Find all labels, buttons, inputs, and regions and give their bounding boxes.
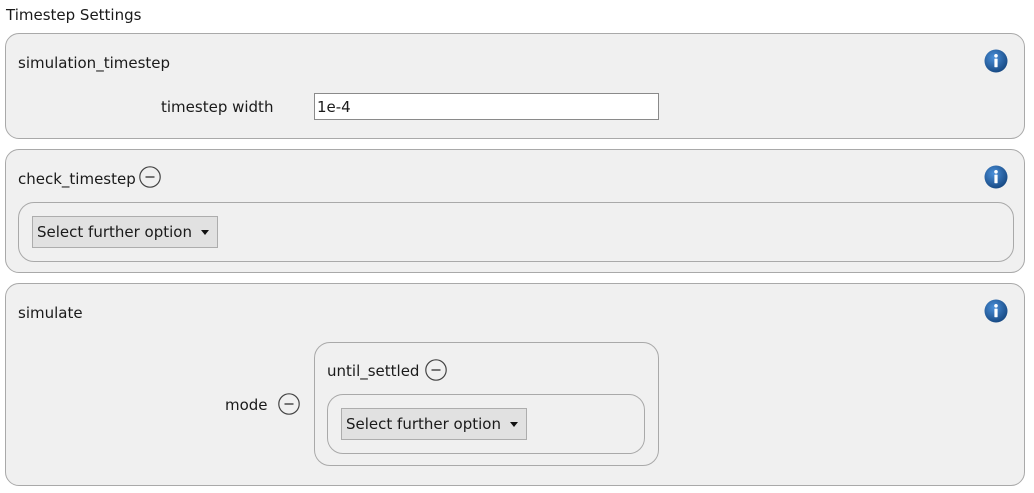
until-settled-box: until_settled Select further option (314, 342, 659, 466)
dropdown-label: Select further option (346, 415, 501, 433)
check-timestep-select-option-dropdown[interactable]: Select further option (32, 216, 218, 248)
until-settled-select-option-dropdown[interactable]: Select further option (341, 408, 527, 440)
panel-simulate: simulate mode until_settled Select furth… (5, 283, 1025, 486)
page-title: Timestep Settings (6, 6, 142, 24)
panel-check-timestep: check_timestep Select further option (5, 149, 1025, 273)
check-timestep-options-box: Select further option (18, 202, 1014, 262)
remove-until-settled-minus-icon[interactable] (425, 359, 447, 381)
until-settled-title: until_settled (327, 362, 420, 380)
dropdown-label: Select further option (37, 223, 192, 241)
panel-title-check-timestep: check_timestep (18, 170, 136, 188)
info-icon[interactable] (984, 299, 1008, 323)
timestep-width-input[interactable] (314, 93, 659, 120)
remove-mode-minus-icon[interactable] (278, 393, 300, 415)
panel-title-simulate: simulate (18, 304, 83, 322)
info-icon[interactable] (984, 49, 1008, 73)
timestep-width-label: timestep width (161, 98, 274, 116)
caret-down-icon (509, 421, 518, 427)
until-settled-options-box: Select further option (327, 394, 645, 454)
mode-label: mode (225, 396, 268, 414)
info-icon[interactable] (984, 165, 1008, 189)
panel-simulation-timestep: simulation_timestep timestep width (5, 33, 1025, 139)
panel-title-simulation-timestep: simulation_timestep (18, 54, 171, 72)
remove-check-timestep-minus-icon[interactable] (139, 166, 161, 188)
caret-down-icon (200, 229, 209, 235)
